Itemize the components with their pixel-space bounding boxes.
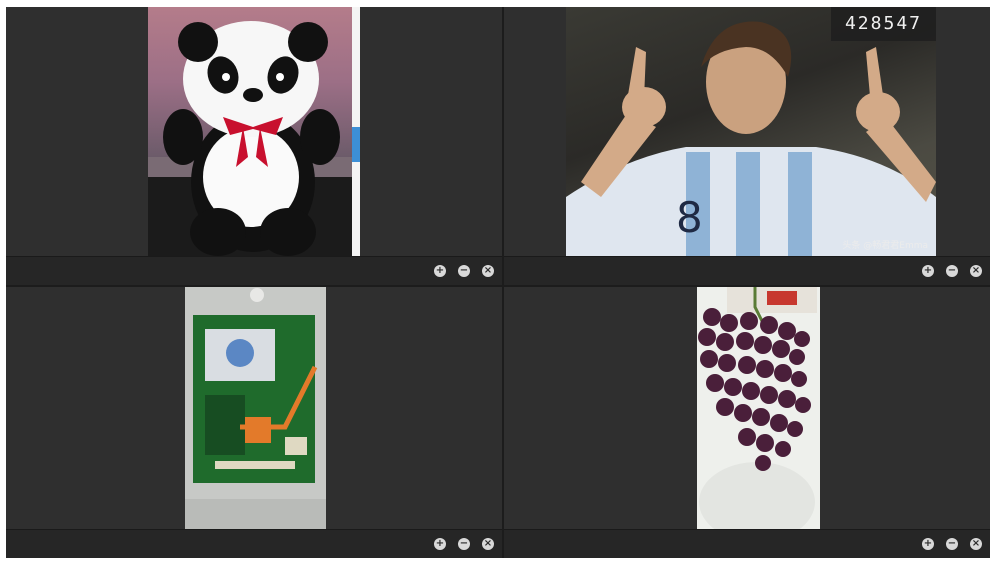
viewer-toolbar: + − × (504, 529, 990, 558)
close-icon[interactable]: × (970, 538, 982, 550)
soccer-player-image: 8 428547 头条 @畅君君Emma (566, 7, 936, 257)
image-viewport[interactable] (6, 287, 502, 530)
zoom-out-icon[interactable]: − (946, 265, 958, 277)
zoom-in-icon[interactable]: + (434, 538, 446, 550)
close-icon[interactable]: × (482, 538, 494, 550)
close-icon[interactable]: × (482, 265, 494, 277)
svg-text:8: 8 (676, 193, 703, 242)
viewer-toolbar: + − × (6, 256, 502, 285)
image-viewport[interactable]: 8 428547 头条 @畅君君Emma (504, 7, 990, 257)
panda-illustration (163, 21, 340, 256)
panda-image (148, 7, 360, 257)
zoom-out-icon[interactable]: − (458, 538, 470, 550)
zoom-in-icon[interactable]: + (434, 265, 446, 277)
soccer-player-illustration: 8 (566, 21, 936, 257)
zoom-out-icon[interactable]: − (946, 538, 958, 550)
viewer-toolbar: + − × (504, 256, 990, 285)
viewer-panel-board: + − × (6, 287, 502, 558)
circuit-board-illustration (185, 287, 326, 530)
grapes-illustration (697, 287, 820, 530)
circuit-board-image (185, 287, 326, 530)
grapes-image (697, 287, 820, 530)
image-viewport[interactable] (504, 287, 990, 530)
viewer-panel-messi: 8 428547 头条 @畅君君Emma + − × (504, 7, 990, 285)
image-watermark: 头条 @畅君君Emma (842, 241, 928, 251)
viewer-toolbar: + − × (6, 529, 502, 558)
close-icon[interactable]: × (970, 265, 982, 277)
zoom-in-icon[interactable]: + (922, 265, 934, 277)
frame-counter: 428547 (830, 7, 936, 41)
viewer-panel-grapes: + − × (504, 287, 990, 558)
viewer-grid: + − × 8 428547 头条 @畅君君Emma + − × + − × +… (6, 7, 990, 558)
zoom-in-icon[interactable]: + (922, 538, 934, 550)
viewer-panel-panda: + − × (6, 7, 502, 285)
zoom-out-icon[interactable]: − (458, 265, 470, 277)
image-viewport[interactable] (6, 7, 502, 257)
